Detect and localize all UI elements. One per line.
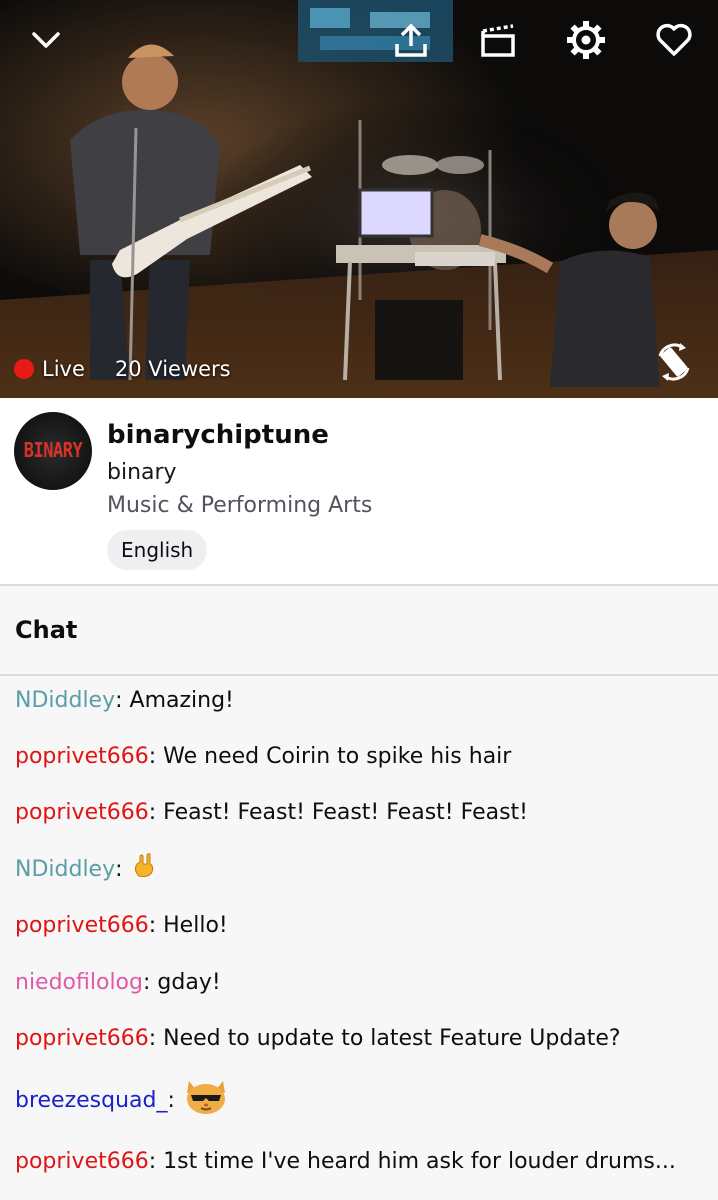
chat-separator: : bbox=[148, 744, 157, 769]
live-label: Live bbox=[42, 357, 85, 381]
chat-text: Amazing! bbox=[129, 688, 234, 713]
avatar-logo-text: BINARY bbox=[23, 439, 83, 463]
channel-avatar[interactable]: BINARY bbox=[14, 412, 92, 490]
chat-separator: : bbox=[142, 970, 151, 995]
heart-icon bbox=[656, 23, 692, 56]
chat-separator: : bbox=[148, 1149, 157, 1174]
language-tag[interactable]: English bbox=[107, 530, 208, 570]
chat-username[interactable]: poprivet666 bbox=[15, 911, 149, 941]
chat-text: Hello! bbox=[163, 913, 228, 938]
chat-username[interactable]: poprivet666 bbox=[15, 798, 149, 828]
share-icon bbox=[395, 23, 427, 57]
follow-button[interactable] bbox=[648, 14, 700, 66]
chat-message: poprivet666: Need to update to latest Fea… bbox=[15, 1024, 621, 1054]
chat-separator: : bbox=[167, 1088, 175, 1113]
rotate-screen-icon bbox=[658, 343, 690, 381]
chat-message: NDiddley: bbox=[15, 852, 159, 885]
viewer-count: 20 Viewers bbox=[114, 357, 231, 381]
chat-username[interactable]: niedofilolog bbox=[15, 968, 143, 998]
chat-text: Feast! Feast! Feast! Feast! Feast! bbox=[163, 800, 528, 825]
chat-message: NDiddley: Amazing! bbox=[15, 686, 234, 716]
chat-text: Need to update to latest Feature Update? bbox=[163, 1026, 621, 1051]
cool-cat-emote bbox=[183, 1077, 229, 1126]
collapse-button[interactable] bbox=[20, 14, 72, 66]
chat-message: poprivet666: Hello! bbox=[15, 911, 228, 941]
chat-separator: : bbox=[115, 688, 123, 713]
live-indicator-dot bbox=[14, 359, 34, 379]
settings-button[interactable] bbox=[560, 14, 612, 66]
channel-name[interactable]: binarychiptune bbox=[107, 420, 329, 450]
share-button[interactable] bbox=[385, 14, 437, 66]
channel-info: BINARY binarychiptune binary Music & Per… bbox=[0, 398, 718, 586]
chat-message: breezesquad_: bbox=[15, 1080, 229, 1121]
chat-message: poprivet666: We need Coirin to spike his … bbox=[15, 742, 511, 772]
live-status: Live 20 Viewers bbox=[14, 352, 231, 386]
chat-username[interactable]: poprivet666 bbox=[15, 1147, 149, 1177]
chat-text: gday! bbox=[157, 970, 221, 995]
chat-message: poprivet666:1st time I've heard him ask … bbox=[15, 1147, 676, 1177]
chevron-down-icon bbox=[32, 32, 60, 48]
chat-separator: : bbox=[148, 913, 157, 938]
clapperboard-icon bbox=[481, 24, 515, 57]
chat-username[interactable]: poprivet666 bbox=[15, 1024, 149, 1054]
rock-hand-emote bbox=[131, 852, 159, 889]
chat-header: Chat bbox=[0, 586, 718, 676]
stream-category[interactable]: Music & Performing Arts bbox=[107, 493, 372, 518]
gear-icon bbox=[567, 21, 605, 59]
chat-username[interactable]: NDiddley bbox=[15, 686, 115, 716]
chat-message: niedofilolog: gday! bbox=[15, 968, 221, 998]
chat-separator: : bbox=[148, 800, 157, 825]
chat-message: poprivet666: Feast! Feast! Feast! Feast! … bbox=[15, 798, 528, 828]
rotate-screen-button[interactable] bbox=[648, 336, 700, 388]
stream-title: binary bbox=[107, 460, 177, 485]
chat-username[interactable]: poprivet666 bbox=[15, 742, 149, 772]
chat-username[interactable]: NDiddley bbox=[15, 855, 115, 885]
clip-button[interactable] bbox=[472, 14, 524, 66]
chat-username[interactable]: breezesquad_ bbox=[15, 1086, 168, 1116]
chat-separator: : bbox=[148, 1026, 157, 1051]
video-player[interactable]: Live 20 Viewers bbox=[0, 0, 718, 398]
chat-text: 1st time I've heard him ask for louder d… bbox=[163, 1149, 676, 1174]
chat-text: We need Coirin to spike his hair bbox=[163, 744, 512, 769]
chat-title: Chat bbox=[15, 616, 78, 644]
player-top-controls bbox=[0, 0, 718, 80]
chat-separator: : bbox=[115, 857, 123, 882]
